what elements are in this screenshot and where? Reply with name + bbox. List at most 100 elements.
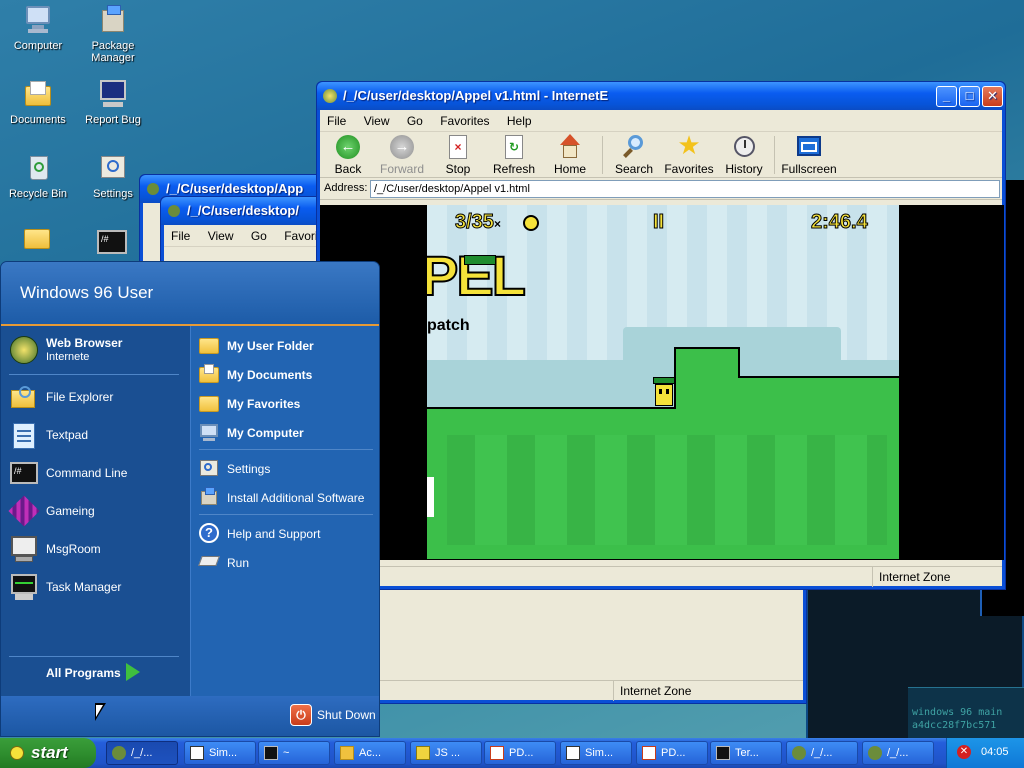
browser-window[interactable]: /_/C/user/desktop/Appel v1.html - Intern…: [316, 81, 1006, 590]
menu-bar: File View Go Favorites Help: [320, 110, 1002, 132]
folder-documents-icon: [199, 364, 219, 384]
menu-go[interactable]: Go: [244, 225, 274, 247]
msgroom-icon: [9, 534, 39, 564]
task-label: /_/...: [131, 747, 153, 759]
game-subtitle: patch: [427, 317, 470, 334]
search-icon: [621, 134, 647, 160]
menu-favorites[interactable]: Favorites: [433, 110, 496, 132]
install-software-icon: [199, 487, 219, 507]
pause-button[interactable]: II: [652, 211, 664, 234]
folder-icon: [199, 393, 219, 413]
history-button[interactable]: History: [716, 134, 772, 176]
terminal-line: a4dcc28f7bc571: [912, 720, 997, 731]
desktop-icon-documents[interactable]: Documents: [0, 78, 78, 126]
close-button[interactable]: ✕: [982, 86, 1003, 107]
start-item-label: Settings: [227, 462, 271, 476]
arrow-right-icon: [126, 663, 140, 681]
address-input[interactable]: /_/C/user/desktop/Appel v1.html: [370, 180, 1000, 198]
fullscreen-icon: [796, 134, 822, 160]
all-programs-button[interactable]: All Programs: [46, 663, 140, 681]
task-button-sim-2[interactable]: Sim...: [560, 741, 632, 765]
start-item-label: Command Line: [46, 466, 128, 480]
folder-icon[interactable]: [24, 226, 50, 250]
menu-view[interactable]: View: [201, 225, 241, 247]
home-label: Home: [553, 162, 586, 176]
browser-icon: [166, 203, 182, 219]
task-button-browser-3[interactable]: /_/...: [862, 741, 934, 765]
task-button-terminal[interactable]: ~: [258, 741, 330, 765]
player-character: [653, 377, 675, 407]
window-title: /_/C/user/desktop/Appel v1.html - Intern…: [343, 88, 609, 103]
task-label: Sim...: [209, 747, 238, 759]
task-button-pdf[interactable]: PD...: [484, 741, 556, 765]
start-menu-footer: ⏻ Shut Down: [1, 696, 379, 736]
browser-icon: [112, 746, 126, 760]
menu-file[interactable]: File: [164, 225, 197, 247]
maximize-button[interactable]: □: [959, 86, 980, 107]
back-button[interactable]: ← Back: [320, 134, 376, 176]
task-manager-icon: [9, 572, 39, 602]
desktop-icon-package-manager[interactable]: Package Manager: [73, 4, 153, 64]
menu-file[interactable]: File: [320, 110, 353, 132]
window-icon: [190, 746, 204, 760]
menu-view[interactable]: View: [357, 110, 397, 132]
search-button[interactable]: Search: [606, 134, 662, 176]
task-button-browser[interactable]: /_/...: [106, 741, 178, 765]
fullscreen-button[interactable]: Fullscreen: [778, 134, 840, 176]
task-button-pdf-2[interactable]: PD...: [636, 741, 708, 765]
textpad-icon: [9, 420, 39, 450]
status-bar: Internet Zone: [320, 566, 1002, 587]
game-timer: 2:46.4: [811, 211, 869, 234]
window-titlebar[interactable]: /_/C/user/desktop/Appel v1.html - Intern…: [317, 82, 1005, 110]
folder-documents-icon: [22, 78, 54, 110]
desktop-icon-recycle-bin[interactable]: Recycle Bin: [0, 152, 78, 200]
error-icon[interactable]: ✕: [957, 745, 971, 759]
command-line-icon: /#: [9, 458, 39, 488]
minimize-button[interactable]: _: [936, 86, 957, 107]
favorites-button[interactable]: ★ Favorites: [661, 130, 717, 176]
task-label: PD...: [661, 747, 686, 759]
browser-content[interactable]: PEL patch 3/35× II 2:46.4: [320, 205, 1004, 560]
game-logo: PEL: [427, 243, 527, 308]
window-title: /_/C/user/desktop/App: [166, 181, 304, 196]
task-button-js[interactable]: JS ...: [410, 741, 482, 765]
stop-button[interactable]: × Stop: [430, 134, 486, 176]
terminal-icon[interactable]: /#: [97, 230, 127, 254]
browser-icon: [322, 88, 338, 104]
window-body: File View Go Favorites Help ← Back → For…: [320, 110, 1004, 587]
window-icon: [566, 746, 580, 760]
task-button-sim[interactable]: Sim...: [184, 741, 256, 765]
menu-help[interactable]: Help: [500, 110, 539, 132]
start-button[interactable]: start: [0, 738, 96, 768]
refresh-button[interactable]: ↻ Refresh: [486, 134, 542, 176]
start-item-label: Task Manager: [46, 580, 122, 594]
desktop-icon-label: Package Manager: [91, 40, 135, 64]
start-item-sublabel: Internete: [46, 351, 90, 363]
desktop-icon-report-bug[interactable]: Report Bug: [73, 78, 153, 126]
help-icon: ?: [199, 523, 219, 543]
pdf-icon: [642, 746, 656, 760]
start-item-label: Help and Support: [227, 527, 321, 541]
task-button-browser-2[interactable]: /_/...: [786, 741, 858, 765]
task-label: PD...: [509, 747, 534, 759]
task-button-ac[interactable]: Ac...: [334, 741, 406, 765]
history-label: History: [725, 162, 763, 176]
browser-icon: [792, 746, 806, 760]
menu-go[interactable]: Go: [400, 110, 430, 132]
desktop-icon-computer[interactable]: Computer: [0, 4, 78, 52]
game-cube-icon: [8, 495, 40, 527]
status-zone: Internet Zone: [872, 567, 1002, 587]
start-menu-header: Windows 96 User: [1, 262, 379, 326]
home-button[interactable]: Home: [542, 134, 598, 176]
start-menu-right-pane: My User Folder My Documents My Favorites…: [190, 326, 379, 696]
task-label: JS ...: [435, 747, 461, 759]
mouse-cursor-fill: [96, 705, 103, 717]
game-canvas[interactable]: PEL patch 3/35× II 2:46.4: [427, 205, 899, 559]
start-item-label: Run: [227, 556, 250, 570]
terminal-line: windows 96 main: [912, 707, 1003, 718]
clock[interactable]: 04:05: [981, 746, 1009, 758]
task-button-terminal-2[interactable]: Ter...: [710, 741, 782, 765]
favorites-label: Favorites: [664, 162, 714, 176]
forward-button[interactable]: → Forward: [374, 134, 430, 176]
js-file-icon: [416, 746, 430, 760]
